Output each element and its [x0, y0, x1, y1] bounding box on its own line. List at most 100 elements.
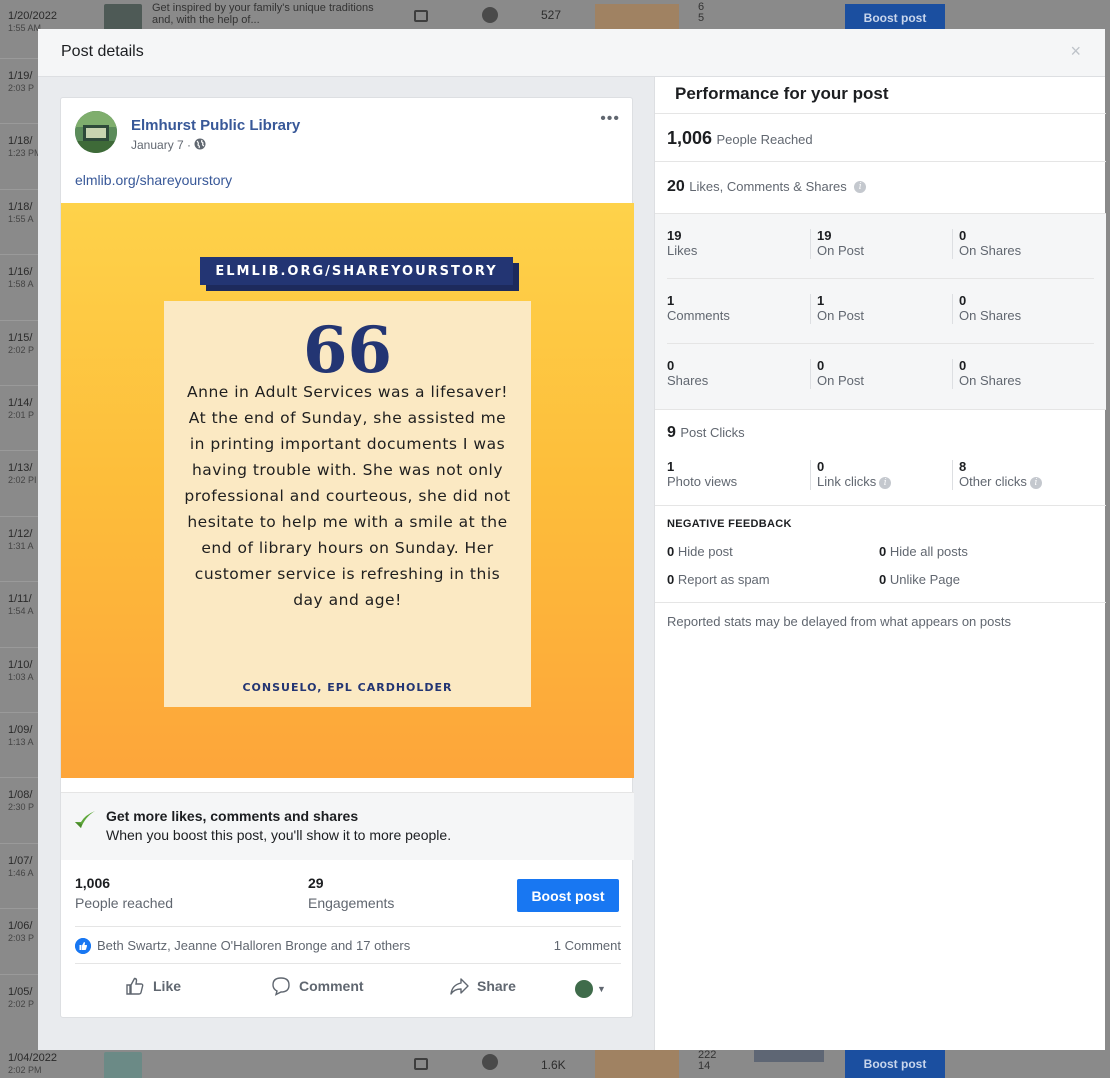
side-row-date: 1/19/2:03 P — [8, 70, 35, 93]
post-type-icon — [414, 1058, 428, 1070]
hide-all-posts-stat: 0 Hide all posts — [879, 544, 968, 559]
engagement-total-section: 20 Likes, Comments & Shares i — [655, 161, 1106, 213]
row-reach: 527 — [541, 8, 562, 22]
comments-row: 1 Comments 1 On Post 0 On Shares — [667, 279, 1094, 344]
check-icon — [75, 811, 95, 828]
comment-label: Comment — [299, 978, 364, 994]
row-engagement: 222 14 — [698, 1049, 717, 1072]
post-type-icon — [414, 10, 428, 22]
globe-icon — [194, 138, 206, 150]
close-icon[interactable]: × — [1070, 41, 1081, 62]
side-row-date: 1/09/1:13 A — [8, 724, 34, 747]
side-row-date: 1/15/2:02 P — [8, 331, 35, 355]
boost-post-button[interactable]: Boost post — [517, 879, 619, 912]
more-icon[interactable]: ••• — [600, 110, 620, 128]
side-row-date: 1/05/2:02 P — [8, 985, 35, 1009]
share-button[interactable]: Share — [449, 976, 516, 996]
performance-panel: Performance for your post 1,006 People R… — [654, 77, 1106, 1050]
share-icon — [450, 978, 469, 995]
modal-header: Post details × — [38, 29, 1105, 77]
quote-mark-icon: 66 — [302, 313, 393, 388]
row-engagement: 6 5 — [698, 1, 705, 24]
side-row-date: 1/18/1:23 PM — [8, 135, 42, 159]
people-reached-stat: 1,006 People reached — [75, 875, 173, 911]
globe-icon — [482, 1054, 498, 1070]
engagement-total-label: Likes, Comments & Shares — [689, 179, 847, 194]
likes-total: 19 Likes — [667, 228, 698, 259]
likes-row: 19 Likes 19 On Post 0 On Shares — [667, 214, 1094, 279]
post-clicks-label: Post Clicks — [680, 425, 745, 440]
globe-icon — [482, 7, 498, 23]
post-details-modal: Post details × Elmhurst Public Library J… — [38, 29, 1106, 1050]
row-boost-button[interactable]: Boost post — [845, 1050, 945, 1078]
comment-count[interactable]: 1 Comment — [554, 938, 621, 953]
reached-value: 1,006 — [667, 128, 713, 148]
row-thumbnail[interactable] — [104, 4, 142, 32]
like-button[interactable]: Like — [125, 976, 181, 996]
row-date: 1/04/2022 2:02 PM — [8, 1052, 57, 1075]
row-description[interactable]: Get inspired by your family's unique tra… — [152, 2, 382, 26]
side-row-date: 1/12/1:31 A — [8, 527, 34, 551]
report-spam-stat: 0 Report as spam — [667, 572, 770, 587]
page-name-link[interactable]: Elmhurst Public Library — [131, 117, 300, 134]
reactors-text[interactable]: Beth Swartz, Jeanne O'Halloren Bronge an… — [97, 938, 410, 953]
side-row-date: 1/07/1:46 A — [8, 854, 34, 878]
info-icon[interactable]: i — [854, 180, 867, 193]
engagement-bar — [754, 1050, 824, 1062]
table-row: 1/04/2022 2:02 PM 1.6K 222 14 Boost post — [0, 1046, 1110, 1078]
shares-on-post: 0 On Post — [810, 359, 864, 389]
audience-avatar — [575, 980, 593, 998]
comments-on-post: 1 On Post — [810, 294, 864, 324]
stats-disclaimer: Reported stats may be delayed from what … — [667, 614, 1011, 629]
promo-title: Get more likes, comments and shares — [106, 808, 359, 824]
modal-title: Post details — [61, 43, 144, 60]
like-icon[interactable] — [75, 938, 91, 954]
promo-subtitle: When you boost this post, you'll show it… — [106, 827, 452, 843]
boost-promo: Get more likes, comments and shares When… — [61, 792, 634, 860]
shares-on-shares: 0 On Shares — [952, 359, 1021, 389]
share-label: Share — [477, 978, 516, 994]
shares-total: 0 Shares — [667, 358, 709, 389]
post-image[interactable]: ELMLIB.ORG/SHAREYOURSTORY 66 Anne in Adu… — [61, 203, 634, 778]
negative-feedback-title: NEGATIVE FEEDBACK — [667, 518, 792, 530]
people-reached-section: 1,006 People Reached — [655, 113, 1106, 161]
comments-total: 1 Comments — [667, 293, 730, 324]
like-icon — [126, 977, 144, 995]
post-actions: Like Comment Share ▼ — [75, 968, 621, 1008]
page-avatar[interactable] — [75, 111, 117, 153]
people-reached-label: People reached — [75, 895, 174, 911]
reached-label: People Reached — [716, 132, 813, 147]
unlike-page-stat: 0 Unlike Page — [879, 572, 960, 587]
other-clicks: 8 Other clicks i — [952, 460, 1042, 490]
post-date: January 7 · — [131, 138, 206, 152]
hide-post-stat: 0 Hide post — [667, 544, 733, 559]
photo-views: 1 Photo views — [667, 459, 738, 490]
info-icon[interactable]: i — [879, 476, 892, 489]
post-card: Elmhurst Public Library January 7 · ••• … — [60, 97, 634, 1018]
side-row-date: 1/13/2:02 PI — [8, 462, 37, 486]
engagements-stat: 29 Engagements — [308, 875, 394, 911]
quote-attribution: CONSUELO, EPL CARDHOLDER — [242, 681, 453, 694]
performance-title: Performance for your post — [675, 84, 889, 103]
info-icon[interactable]: i — [1029, 476, 1042, 489]
audience-selector[interactable]: ▼ — [575, 980, 606, 998]
engagement-total-value: 20 — [667, 178, 685, 195]
comments-on-shares: 0 On Shares — [952, 294, 1021, 324]
shares-row: 0 Shares 0 On Post 0 On Shares — [667, 344, 1094, 409]
side-row-date: 1/10/1:03 A — [8, 658, 34, 682]
engagements-label: Engagements — [308, 895, 395, 911]
post-clicks-section: 9 Post Clicks 1 Photo views 0 Link clicks i… — [655, 409, 1106, 505]
row-boost-button[interactable]: Boost post — [845, 4, 945, 32]
post-link-text[interactable]: elmlib.org/shareyourstory — [75, 172, 232, 188]
image-banner: ELMLIB.ORG/SHAREYOURSTORY — [200, 257, 513, 285]
engagement-breakdown: 19 Likes 19 On Post 0 On Shares 1 Comments 1… — [655, 213, 1106, 409]
comment-button[interactable]: Comment — [271, 976, 364, 996]
row-thumbnail[interactable] — [104, 1052, 142, 1078]
reach-bar — [595, 1050, 679, 1078]
post-date-text[interactable]: January 7 · — [131, 138, 194, 152]
comment-icon — [272, 977, 290, 996]
side-row-date: 1/16/1:58 A — [8, 266, 34, 290]
divider — [655, 602, 1106, 603]
like-label: Like — [153, 978, 182, 994]
side-row-date: 1/11/1:54 A — [8, 593, 34, 617]
